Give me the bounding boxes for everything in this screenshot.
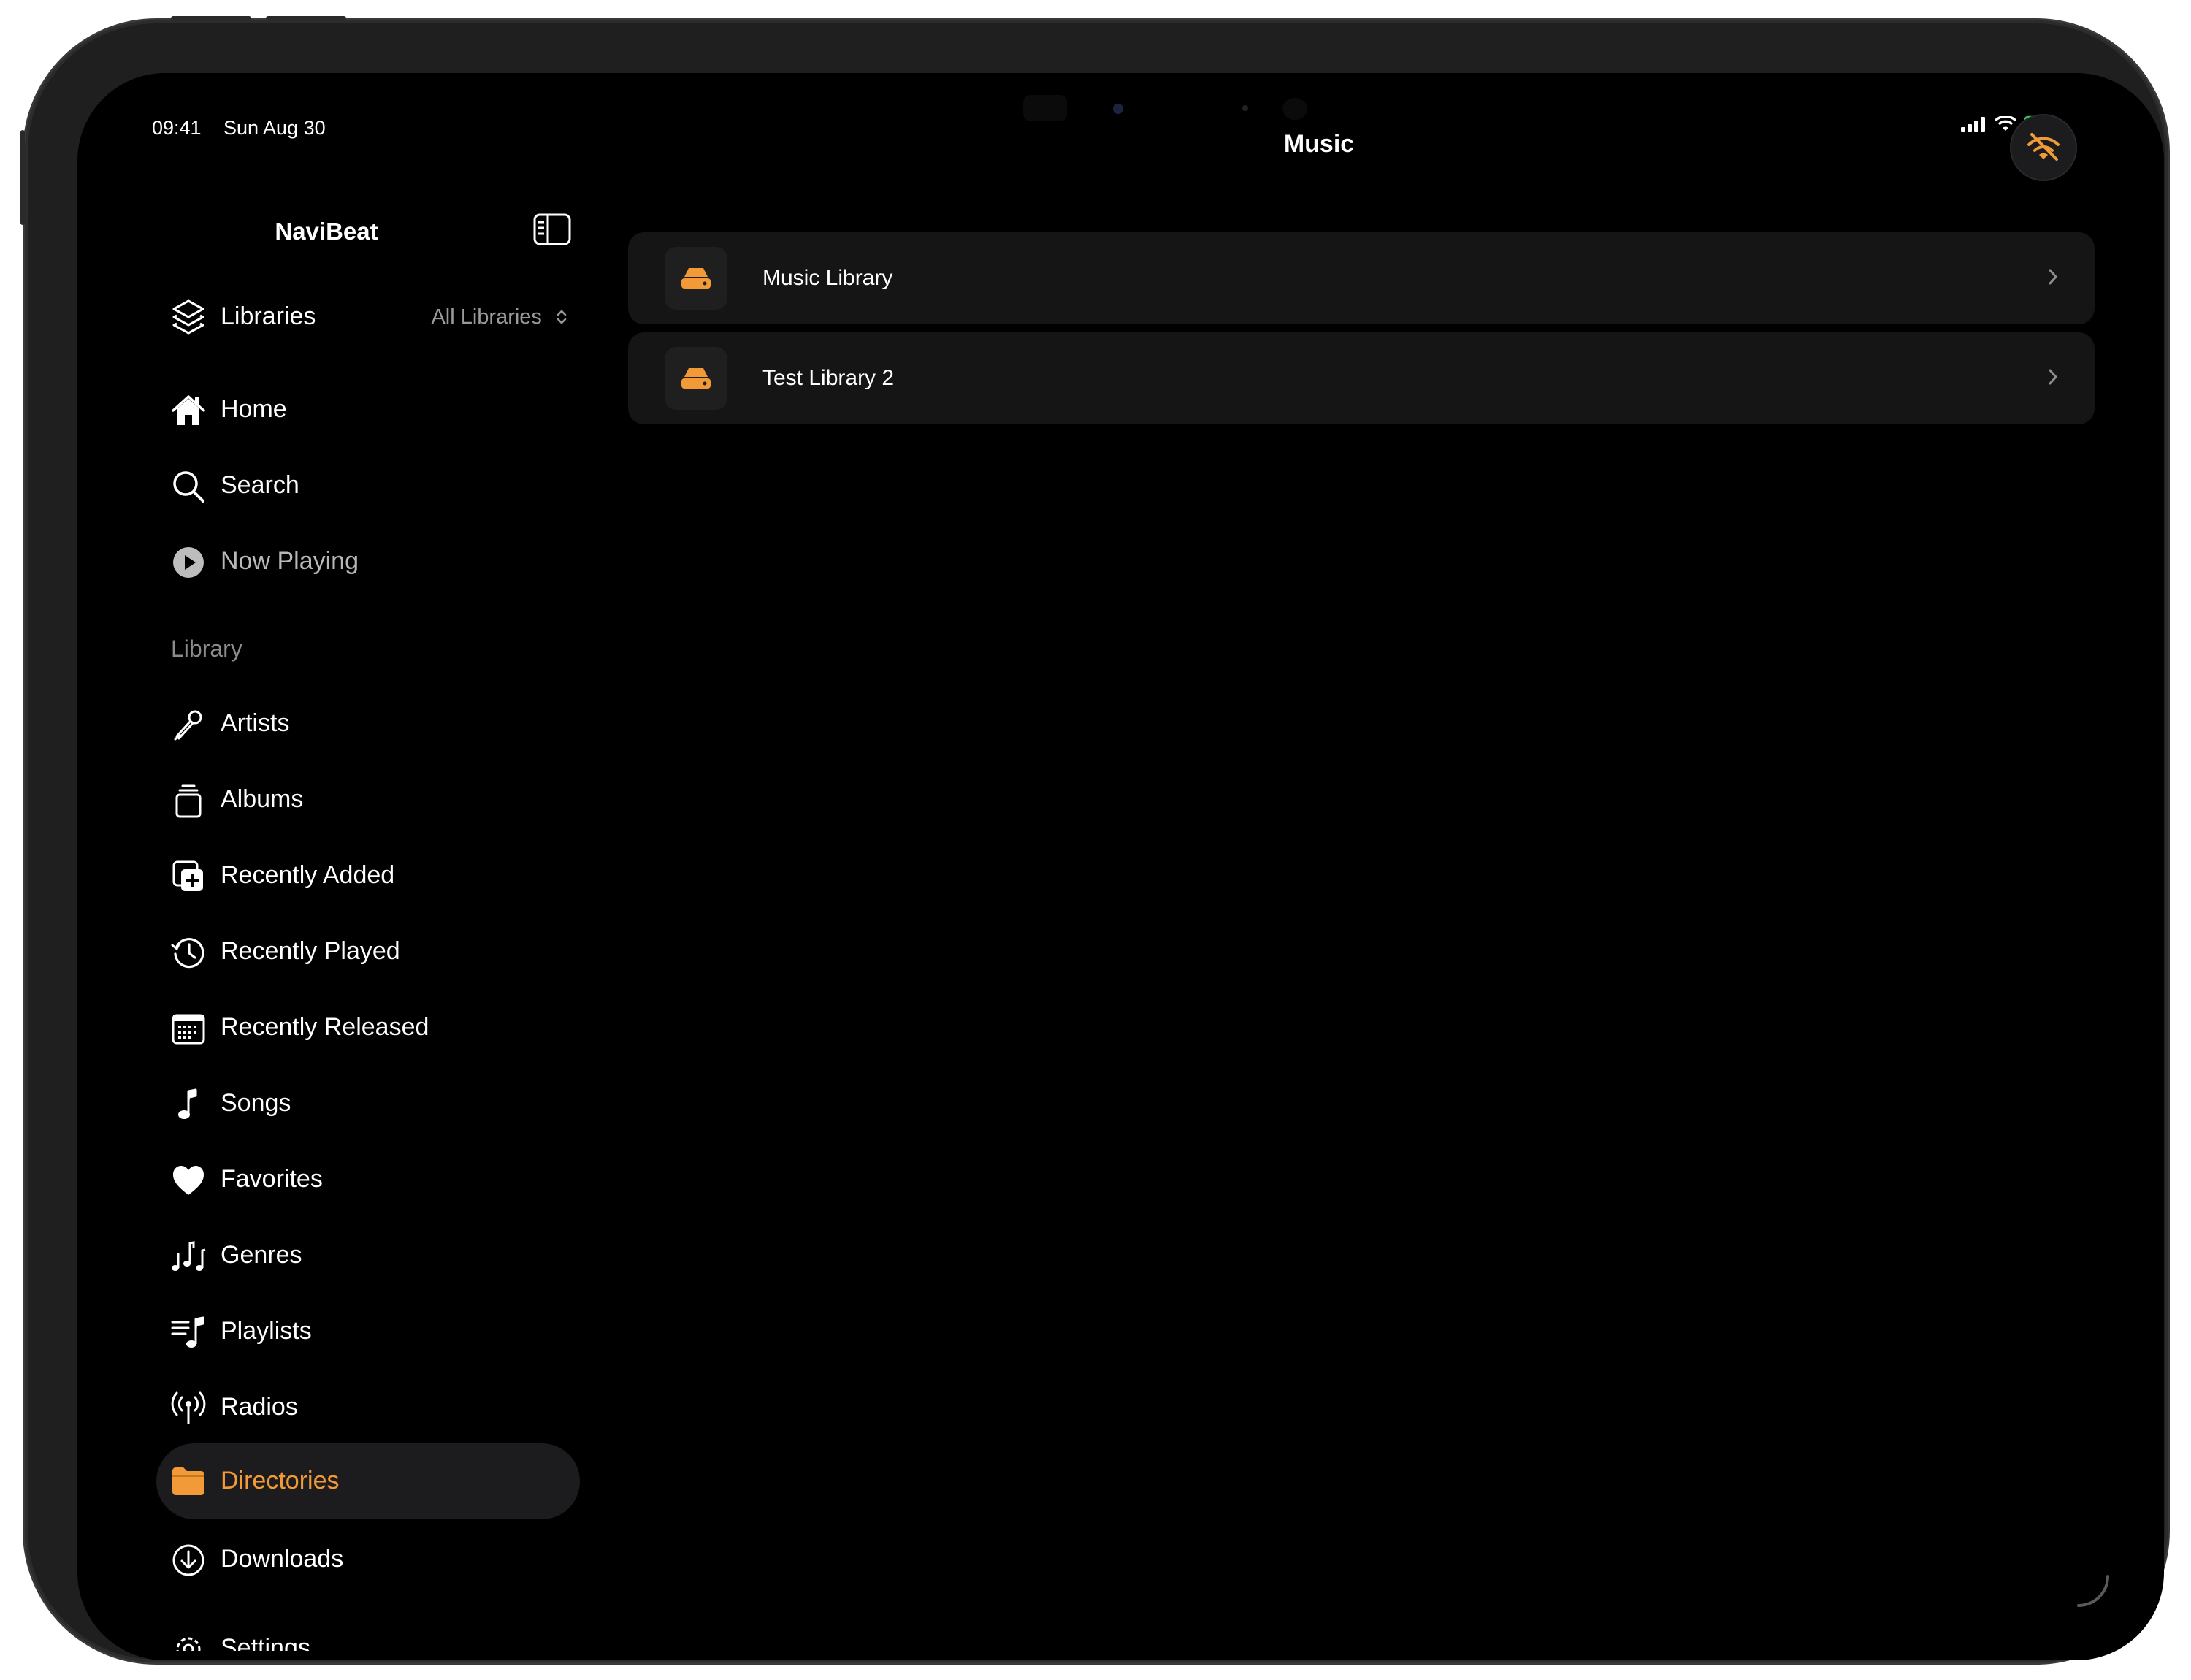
calendar-icon — [172, 1014, 205, 1045]
sidebar-item-now-playing[interactable]: Now Playing — [171, 535, 580, 587]
chevron-right-icon — [2049, 269, 2057, 285]
sidebar-item-label: Albums — [221, 785, 304, 813]
volume-up-button — [171, 16, 251, 20]
sidebar-item-label: Genres — [221, 1241, 302, 1269]
music-list-icon — [171, 1316, 204, 1348]
sidebar-item-recently-played[interactable]: Recently Played — [171, 925, 580, 977]
sidebar-item-label: Downloads — [221, 1545, 344, 1573]
heart-icon — [173, 1166, 204, 1195]
status-bar: 09:41 Sun Aug 30 — [77, 73, 2164, 139]
libraries-label: Libraries — [221, 302, 316, 330]
app-title: NaviBeat — [275, 218, 378, 245]
sidebar-item-downloads[interactable]: Downloads — [171, 1532, 580, 1585]
stack-layers-icon — [172, 299, 204, 335]
sidebar-item-favorites[interactable]: Favorites — [171, 1153, 580, 1205]
sidebar-item-artists[interactable]: Artists — [171, 697, 580, 749]
library-name: Music Library — [762, 266, 893, 290]
gear-icon — [176, 1637, 201, 1651]
chevron-right-icon — [2049, 369, 2057, 385]
music-note-icon — [178, 1088, 197, 1119]
sidebar-item-directories[interactable]: Directories — [156, 1443, 580, 1519]
library-section-heading: Library — [171, 635, 242, 662]
library-row-music-library[interactable]: Music Library — [628, 232, 2095, 324]
photo-plus-icon — [172, 860, 203, 891]
server-drive-icon — [681, 368, 711, 389]
play-circle-icon — [173, 547, 204, 578]
sidebar-item-label: Recently Released — [221, 1013, 429, 1041]
antenna-icon — [171, 1391, 206, 1424]
cellular-signal-icon — [1961, 117, 1985, 132]
house-icon — [172, 395, 205, 425]
magnifyingglass-icon — [173, 471, 204, 503]
sidebar-item-label: Favorites — [221, 1165, 323, 1193]
sidebar-item-label: Now Playing — [221, 547, 359, 575]
arrow-down-circle-icon — [172, 1544, 204, 1576]
music-notes-icon — [172, 1241, 206, 1271]
sidebar-item-settings[interactable]: Settings — [171, 1622, 580, 1651]
sidebar-item-songs[interactable]: Songs — [171, 1077, 580, 1129]
microphone-icon — [174, 710, 202, 741]
library-name: Test Library 2 — [762, 366, 895, 390]
wifi-slash-icon — [2027, 133, 2060, 161]
sidebar-item-search[interactable]: Search — [171, 459, 580, 511]
sidebar: NaviBeat Libraries All Libraries Home Se… — [133, 161, 597, 1651]
library-tile — [665, 347, 727, 410]
sidebar-item-recently-added[interactable]: Recently Added — [171, 849, 580, 901]
page-title: Music — [1283, 130, 1355, 158]
sidebar-item-label: Directories — [221, 1467, 340, 1494]
album-stack-icon — [175, 784, 202, 818]
device-frame: 09:41 Sun Aug 30 NaviBeat Libraries All … — [20, 16, 2168, 1662]
sidebar-item-label: Home — [221, 395, 287, 423]
libraries-picker[interactable]: Libraries All Libraries — [171, 297, 580, 340]
folder-icon — [172, 1467, 204, 1495]
libraries-selected[interactable]: All Libraries — [431, 305, 568, 329]
library-row-test-library-2[interactable]: Test Library 2 — [628, 332, 2095, 424]
library-tile — [665, 247, 727, 310]
status-date: Sun Aug 30 — [223, 117, 326, 139]
sidebar-item-label: Recently Played — [221, 937, 400, 965]
screen: 09:41 Sun Aug 30 NaviBeat Libraries All … — [77, 73, 2164, 1660]
sidebar-item-home[interactable]: Home — [171, 383, 580, 435]
top-button — [20, 130, 25, 225]
resize-corner-indicator — [2077, 1575, 2109, 1607]
sidebar-item-radios[interactable]: Radios — [171, 1381, 580, 1433]
sidebar-item-label: Playlists — [221, 1317, 312, 1345]
offline-status-button[interactable] — [2011, 115, 2076, 180]
chevron-up-down-icon — [557, 310, 567, 324]
sidebar-item-label: Radios — [221, 1393, 298, 1421]
sidebar-item-label: Recently Added — [221, 861, 395, 889]
sidebar-item-genres[interactable]: Genres — [171, 1229, 580, 1281]
sidebar-item-label: Settings — [221, 1634, 310, 1651]
volume-down-button — [266, 16, 346, 20]
status-time: 09:41 — [152, 117, 202, 139]
sidebar-item-recently-released[interactable]: Recently Released — [171, 1001, 580, 1053]
clock-history-icon — [171, 937, 204, 969]
sidebar-item-playlists[interactable]: Playlists — [171, 1305, 580, 1357]
sidebar-item-label: Songs — [221, 1089, 291, 1117]
server-drive-icon — [681, 268, 711, 289]
sidebar-item-albums[interactable]: Albums — [171, 773, 580, 825]
sidebar-toggle-icon[interactable] — [533, 213, 571, 245]
sidebar-item-label: Search — [221, 471, 299, 499]
sidebar-item-label: Artists — [221, 709, 290, 737]
